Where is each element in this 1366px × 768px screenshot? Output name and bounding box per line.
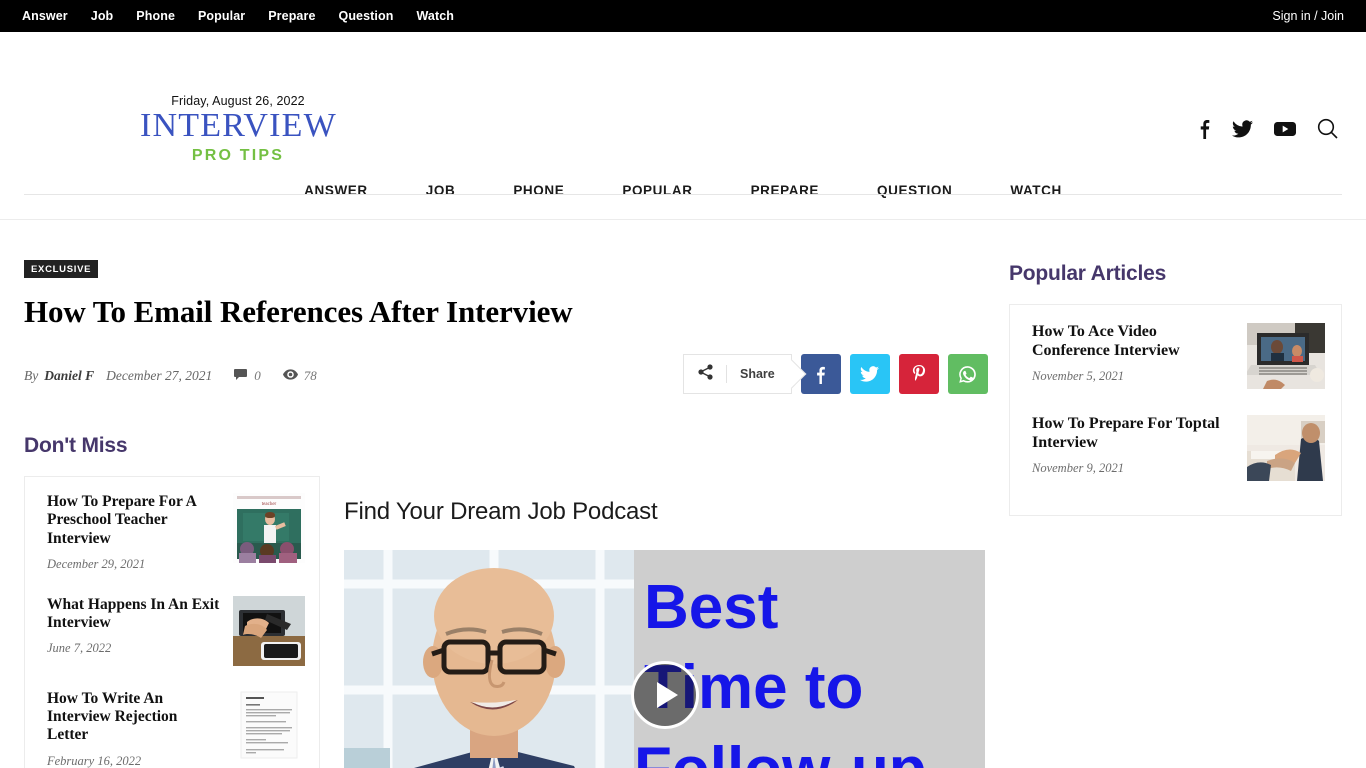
author-name[interactable]: Daniel F — [44, 368, 94, 384]
list-item[interactable]: What Happens In An Exit Interview June 7… — [47, 595, 305, 666]
nav-item-prepare[interactable]: PREPARE — [722, 183, 848, 198]
nav-item-question[interactable]: QUESTION — [848, 183, 981, 198]
list-item-text: How To Prepare For A Preschool Teacher I… — [47, 493, 221, 572]
topbar-link-phone[interactable]: Phone — [136, 9, 175, 23]
masthead-divider — [24, 194, 1342, 195]
nav-item-job[interactable]: JOB — [397, 183, 485, 198]
article-meta: By Daniel F December 27, 2021 0 78 Share — [24, 354, 988, 398]
list-item-text: How To Ace Video Conference Interview No… — [1032, 323, 1233, 389]
main-column: EXCLUSIVE How To Email References After … — [24, 220, 1009, 768]
list-item[interactable]: How To Write An Interview Rejection Lett… — [47, 689, 305, 768]
list-item-text: How To Write An Interview Rejection Lett… — [47, 690, 221, 768]
popular-articles-list: How To Ace Video Conference Interview No… — [1009, 304, 1342, 516]
list-item-text: What Happens In An Exit Interview June 7… — [47, 596, 221, 666]
page-title: How To Email References After Interview — [24, 294, 573, 329]
list-item[interactable]: How To Prepare For A Preschool Teacher I… — [47, 493, 305, 572]
main-navigation: ANSWER JOB PHONE POPULAR PREPARE QUESTIO… — [0, 162, 1366, 220]
letter-document-photo — [233, 689, 305, 760]
hand-writing-tablet-photo — [233, 595, 305, 666]
top-bar: Answer Job Phone Popular Prepare Questio… — [0, 0, 1366, 32]
svg-text:teacher: teacher — [262, 502, 277, 507]
comment-count: 0 — [234, 368, 261, 385]
video-player[interactable]: Best Time to Follow-up — [344, 550, 985, 768]
publish-date: December 27, 2021 — [106, 368, 213, 383]
eye-icon — [282, 368, 298, 384]
share-whatsapp-button[interactable] — [947, 354, 988, 394]
list-item-title[interactable]: How To Write An Interview Rejection Lett… — [47, 690, 221, 745]
dont-miss-and-video: How To Prepare For A Preschool Teacher I… — [24, 476, 985, 768]
nav-item-phone[interactable]: PHONE — [484, 183, 593, 198]
list-item-title[interactable]: What Happens In An Exit Interview — [47, 596, 221, 633]
nav-item-answer[interactable]: ANSWER — [275, 183, 397, 198]
list-item-date: November 9, 2021 — [1032, 461, 1124, 476]
share-facebook-button[interactable] — [800, 354, 841, 394]
facebook-icon[interactable] — [1198, 118, 1211, 139]
nav-item-popular[interactable]: POPULAR — [593, 183, 721, 198]
share-twitter-button[interactable] — [849, 354, 890, 394]
list-item-title[interactable]: How To Ace Video Conference Interview — [1032, 323, 1233, 360]
topbar-link-job[interactable]: Job — [91, 9, 114, 23]
comment-icon — [234, 368, 248, 385]
topbar-link-question[interactable]: Question — [339, 9, 394, 23]
interview-handshake-photo — [1247, 415, 1325, 481]
topbar-link-popular[interactable]: Popular — [198, 9, 245, 23]
svg-text:Best: Best — [644, 573, 778, 642]
video-heading: Find Your Dream Job Podcast — [344, 498, 658, 525]
popular-articles-heading: Popular Articles — [1009, 262, 1167, 285]
youtube-icon[interactable] — [1274, 121, 1296, 137]
site-logo[interactable]: Friday, August 26, 2022 INTERVIEW PRO TI… — [140, 94, 336, 165]
list-item-date: December 29, 2021 — [47, 556, 146, 571]
classroom-teacher-photo: teacher — [233, 493, 305, 563]
view-count-value: 78 — [303, 368, 317, 383]
share-pinterest-button[interactable] — [898, 354, 939, 394]
view-count: 78 — [282, 368, 317, 384]
list-item[interactable]: How To Prepare For Toptal Interview Nove… — [1032, 415, 1325, 481]
top-bar-right: Sign in / Join — [1272, 7, 1344, 25]
masthead: Friday, August 26, 2022 INTERVIEW PRO TI… — [0, 32, 1366, 195]
logo-secondary-text: PRO TIPS — [191, 147, 285, 164]
by-label: By — [24, 368, 39, 383]
list-item[interactable]: How To Ace Video Conference Interview No… — [1032, 323, 1325, 389]
play-icon[interactable] — [630, 661, 699, 729]
share-divider — [726, 365, 727, 383]
dont-miss-heading: Don't Miss — [24, 434, 128, 457]
list-item-date: February 16, 2022 — [47, 753, 142, 768]
list-item-title[interactable]: How To Prepare For A Preschool Teacher I… — [47, 493, 221, 548]
status-badge: EXCLUSIVE — [24, 260, 99, 278]
dont-miss-list: How To Prepare For A Preschool Teacher I… — [24, 476, 320, 768]
search-icon[interactable] — [1317, 118, 1338, 139]
topbar-link-watch[interactable]: Watch — [416, 9, 454, 23]
video-section: Find Your Dream Job Podcast Best Time to — [344, 476, 985, 768]
share-label: Share — [740, 367, 775, 381]
topbar-link-prepare[interactable]: Prepare — [268, 9, 315, 23]
top-bar-nav: Answer Job Phone Popular Prepare Questio… — [22, 9, 454, 23]
byline: By Daniel F December 27, 2021 — [24, 368, 212, 384]
svg-text:Follow-up: Follow-up — [634, 735, 927, 768]
list-item-title[interactable]: How To Prepare For Toptal Interview — [1032, 415, 1233, 452]
comment-count-value: 0 — [254, 368, 261, 383]
laptop-video-call-photo — [1247, 323, 1325, 389]
play-triangle — [656, 682, 678, 708]
share-pill[interactable]: Share — [683, 354, 792, 394]
share-bar: Share — [683, 354, 988, 394]
logo-primary-text: INTERVIEW — [140, 107, 337, 144]
list-item-date: June 7, 2022 — [47, 641, 112, 656]
nav-item-watch[interactable]: WATCH — [981, 183, 1091, 198]
masthead-social-links — [1198, 118, 1338, 139]
share-icon — [698, 363, 713, 385]
list-item-date: November 5, 2021 — [1032, 369, 1124, 384]
content-wrapper: EXCLUSIVE How To Email References After … — [0, 220, 1366, 768]
topbar-link-answer[interactable]: Answer — [22, 9, 68, 23]
current-date: Friday, August 26, 2022 — [171, 94, 305, 108]
twitter-icon[interactable] — [1232, 119, 1253, 138]
sign-in-join-link[interactable]: Sign in / Join — [1272, 9, 1344, 23]
list-item-text: How To Prepare For Toptal Interview Nove… — [1032, 415, 1233, 481]
sidebar: Popular Articles How To Ace Video Confer… — [1009, 220, 1342, 768]
